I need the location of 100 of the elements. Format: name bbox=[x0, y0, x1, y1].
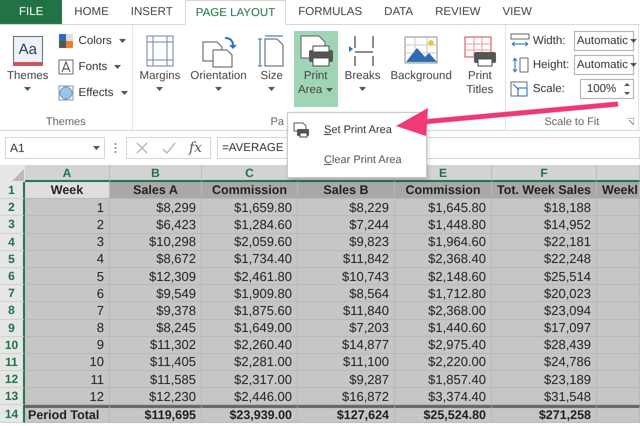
ribbon-button[interactable]: Aa Themes bbox=[4, 31, 52, 107]
table-cell: $2,281.00 bbox=[202, 354, 298, 372]
ribbon-tab[interactable]: FORMULAS bbox=[288, 0, 372, 24]
table-cell: $2,059.60 bbox=[202, 234, 298, 251]
menu-item[interactable]: Set Print Area bbox=[288, 115, 426, 145]
column-header[interactable]: B bbox=[110, 165, 202, 182]
table-cell: $6,423 bbox=[110, 216, 202, 234]
column-header[interactable]: A bbox=[25, 165, 110, 182]
column-header[interactable]: C bbox=[202, 165, 298, 182]
grip-icon bbox=[114, 142, 117, 154]
field-label: Scale: bbox=[532, 83, 566, 95]
table-cell: 9 bbox=[25, 336, 110, 354]
theme-icon: Aa bbox=[12, 36, 43, 66]
ribbon-tab[interactable]: REVIEW bbox=[425, 0, 490, 24]
caret-icon bbox=[630, 39, 637, 43]
table-cell: $11,302 bbox=[110, 336, 202, 354]
scale-icon bbox=[510, 81, 530, 97]
table-cell: Commission bbox=[202, 182, 298, 200]
table-cell: $24,786 bbox=[492, 354, 597, 372]
ribbon-tab[interactable]: DATA bbox=[374, 0, 424, 24]
table-cell: $17,097 bbox=[492, 320, 597, 337]
table-cell: Week bbox=[25, 182, 110, 200]
row-header[interactable]: 4 bbox=[0, 234, 25, 251]
ribbon-tab[interactable]: INSERT bbox=[120, 0, 183, 24]
table-cell: $8,299 bbox=[110, 199, 202, 216]
name-box[interactable]: A1 bbox=[5, 137, 105, 159]
table-cell: $2,317.00 bbox=[202, 371, 298, 388]
table-cell: $1,448.80 bbox=[395, 216, 492, 234]
table-cell: Commission bbox=[395, 182, 492, 200]
column-header[interactable] bbox=[597, 165, 640, 182]
table-cell: $22,181 bbox=[492, 234, 597, 251]
table-cell: Tot. Week Sales bbox=[492, 182, 597, 200]
table-cell: Weekl bbox=[597, 182, 640, 200]
check-icon bbox=[161, 141, 177, 155]
ribbon-tab[interactable]: PAGE LAYOUT bbox=[184, 0, 286, 25]
table-cell: $8,672 bbox=[110, 250, 202, 268]
row-header[interactable]: 14 bbox=[0, 405, 25, 423]
table-cell: $2,368.40 bbox=[395, 250, 492, 268]
ribbon-button[interactable]: Effects bbox=[58, 83, 128, 103]
table-cell: 4 bbox=[25, 250, 110, 268]
ribbon-button[interactable]: Colors bbox=[58, 31, 128, 51]
table-cell: $2,461.80 bbox=[202, 268, 298, 286]
table-cell: $14,877 bbox=[298, 336, 395, 354]
row-header[interactable]: 13 bbox=[0, 388, 25, 406]
table-cell: $23,939.00 bbox=[202, 405, 298, 423]
table-cell: $22,248 bbox=[492, 250, 597, 268]
ribbon-button[interactable]: Size bbox=[254, 31, 290, 107]
table-cell: $12,309 bbox=[110, 268, 202, 286]
table-cell: $8,245 bbox=[110, 320, 202, 337]
table-cell: $2,446.00 bbox=[202, 388, 298, 406]
table-cell: $11,840 bbox=[298, 302, 395, 320]
row-header[interactable]: 12 bbox=[0, 371, 25, 388]
table-cell: 6 bbox=[25, 285, 110, 302]
ribbon-button[interactable]: Breaks bbox=[342, 31, 384, 107]
dropdown-field[interactable]: Automatic bbox=[574, 31, 634, 51]
ribbon-button[interactable]: Margins bbox=[136, 31, 184, 107]
table-cell: $1,964.60 bbox=[395, 234, 492, 251]
table-cell: 1 bbox=[25, 199, 110, 216]
ribbon-button[interactable]: Print Area bbox=[294, 31, 338, 107]
row-header[interactable]: 2 bbox=[0, 199, 25, 216]
table-cell: $1,284.60 bbox=[202, 216, 298, 234]
ribbon-button[interactable]: Background bbox=[387, 31, 455, 107]
spinner-field[interactable]: 100% bbox=[580, 79, 634, 99]
column-header[interactable]: F bbox=[492, 165, 597, 182]
table-cell: $25,524.80 bbox=[395, 405, 492, 423]
table-cell: 2 bbox=[25, 216, 110, 234]
row-header[interactable]: 6 bbox=[0, 268, 25, 286]
row-header[interactable]: 11 bbox=[0, 354, 25, 372]
table-cell: $28,439 bbox=[492, 336, 597, 354]
ribbon-button[interactable]: Print Titles bbox=[458, 31, 501, 107]
table-cell: $9,287 bbox=[298, 371, 395, 388]
table-cell: $1,659.80 bbox=[202, 199, 298, 216]
row-header[interactable]: 8 bbox=[0, 302, 25, 320]
table-cell: $11,585 bbox=[110, 371, 202, 388]
field-label: Height: bbox=[532, 59, 570, 71]
table-cell: $2,260.40 bbox=[202, 336, 298, 354]
table-cell: Sales A bbox=[110, 182, 202, 200]
row-header[interactable]: 10 bbox=[0, 336, 25, 354]
table-cell: $20,023 bbox=[492, 285, 597, 302]
dropdown-field[interactable]: Automatic bbox=[574, 55, 634, 75]
table-cell: Sales B bbox=[298, 182, 395, 200]
row-header[interactable]: 9 bbox=[0, 320, 25, 337]
table-cell: $8,229 bbox=[298, 199, 395, 216]
ribbon-tab[interactable]: HOME bbox=[64, 0, 119, 24]
table-cell: $18,188 bbox=[492, 199, 597, 216]
ribbon-tab[interactable]: VIEW bbox=[492, 0, 542, 24]
ribbon-button[interactable]: Fonts bbox=[58, 57, 128, 77]
table-cell: $2,148.60 bbox=[395, 268, 492, 286]
row-header[interactable]: 5 bbox=[0, 250, 25, 268]
table-cell: $127,624 bbox=[298, 405, 395, 423]
row-header[interactable]: 7 bbox=[0, 285, 25, 302]
function-button[interactable]: fx bbox=[189, 140, 202, 156]
table-cell: 5 bbox=[25, 268, 110, 286]
table-cell: $9,549 bbox=[110, 285, 202, 302]
table-cell: $10,743 bbox=[298, 268, 395, 286]
row-header[interactable]: 1 bbox=[0, 182, 25, 200]
row-header[interactable]: 3 bbox=[0, 216, 25, 234]
ribbon-button[interactable]: Orientation bbox=[187, 31, 250, 107]
ribbon-tab[interactable]: FILE bbox=[0, 0, 62, 24]
caret-icon bbox=[93, 146, 100, 150]
